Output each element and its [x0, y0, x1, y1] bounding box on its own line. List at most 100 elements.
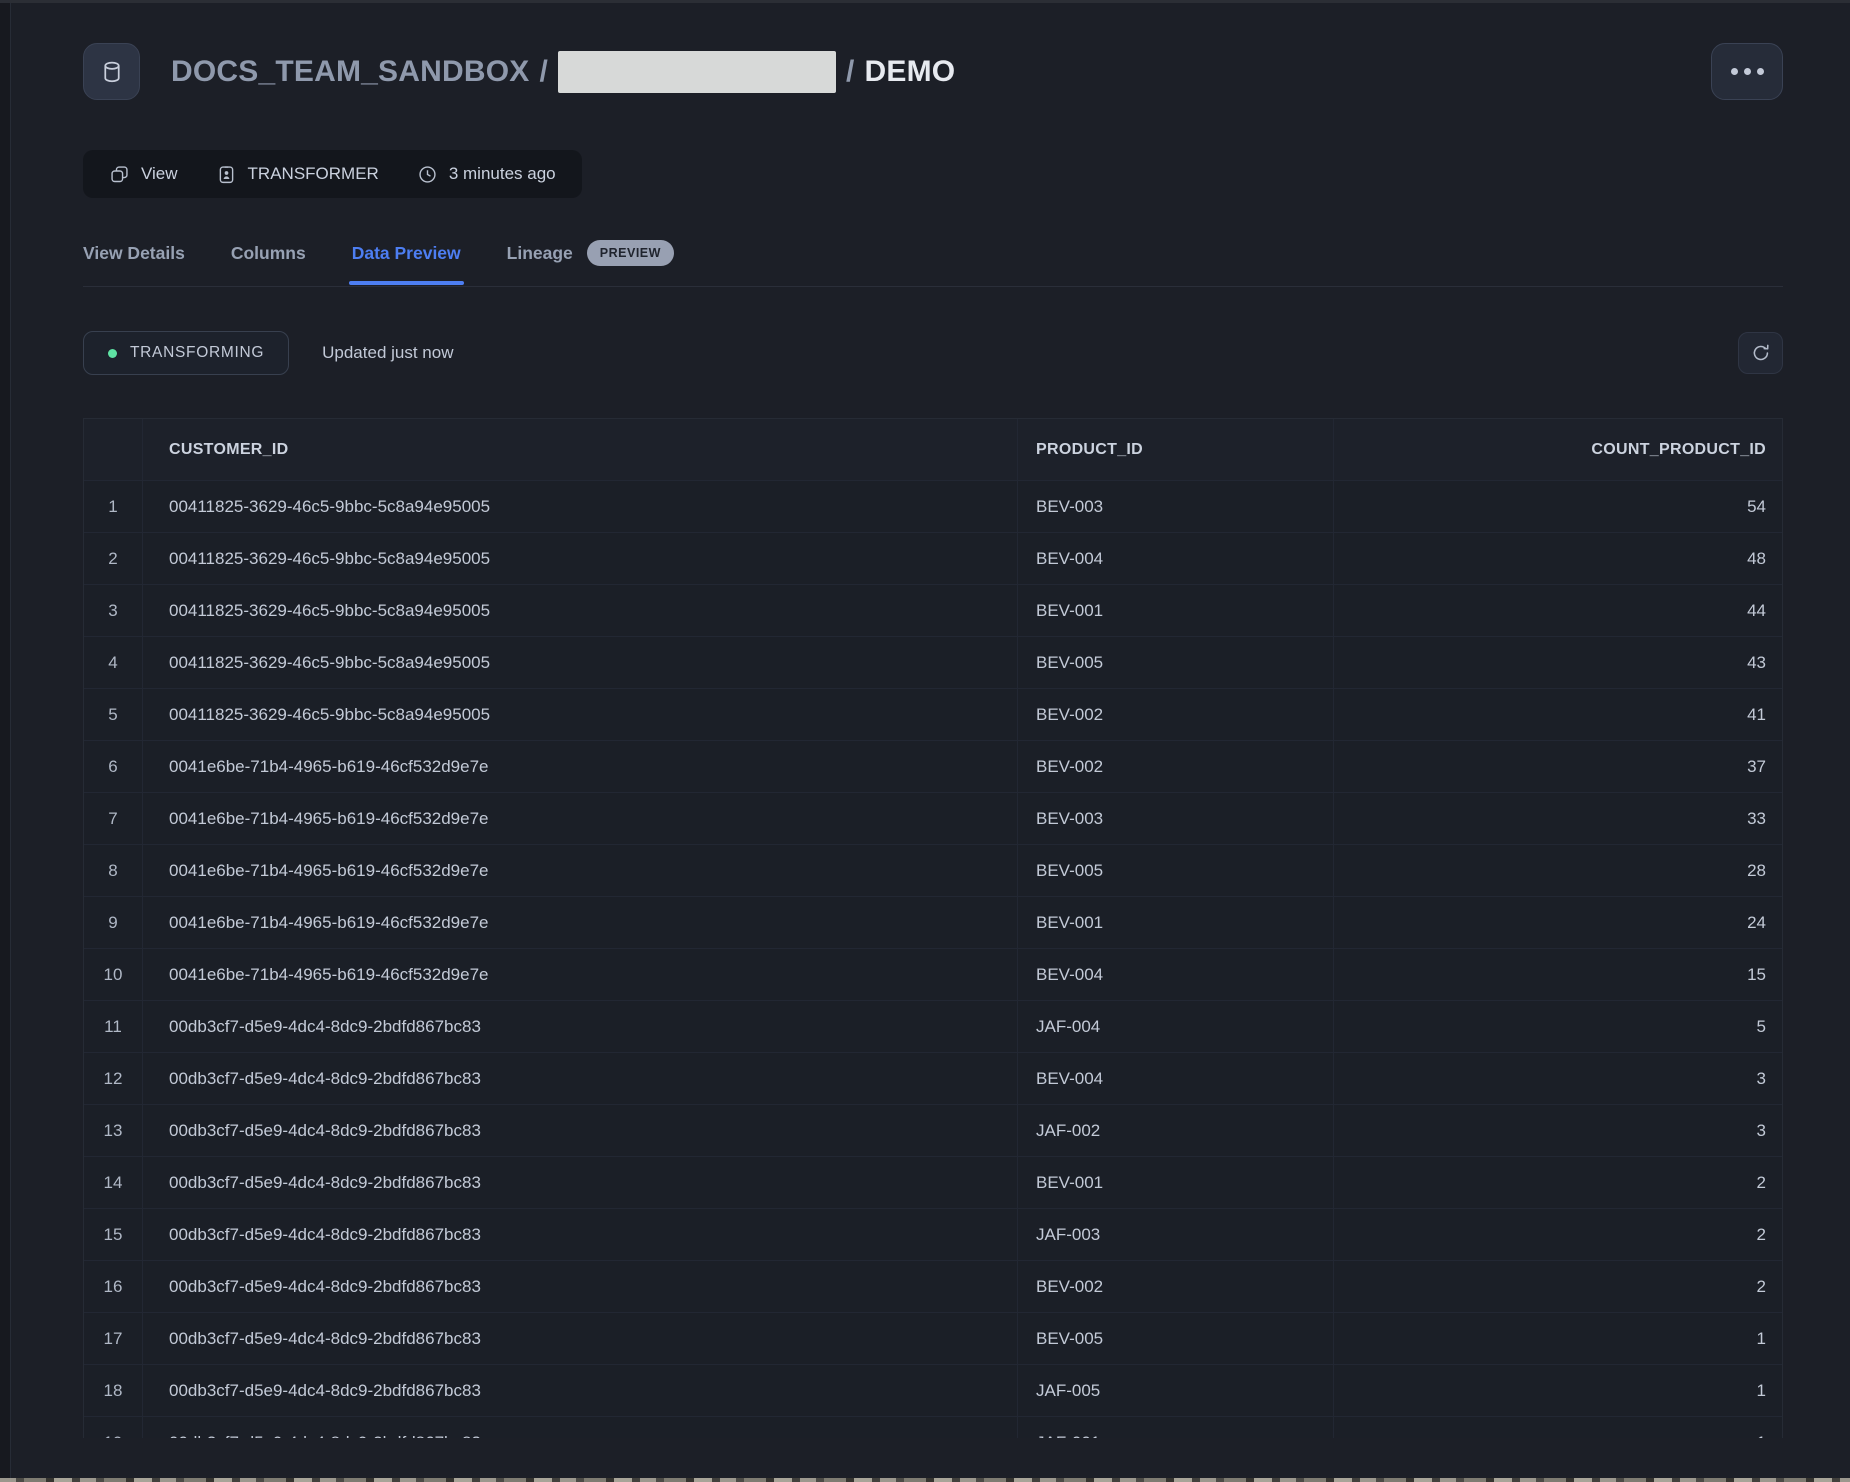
table-row: 11 00db3cf7-d5e9-4dc4-8dc9-2bdfd867bc83 … — [84, 1000, 1782, 1052]
product-id-cell: BEV-004 — [1018, 1053, 1334, 1104]
count-cell: 2 — [1334, 1261, 1782, 1312]
customer-id-cell: 00411825-3629-46c5-9bbc-5c8a94e95005 — [143, 689, 1018, 740]
data-preview-table-viewport[interactable]: CUSTOMER_ID PRODUCT_ID COUNT_PRODUCT_ID … — [83, 418, 1783, 1438]
customer-id-cell: 00db3cf7-d5e9-4dc4-8dc9-2bdfd867bc83 — [143, 1365, 1018, 1416]
count-cell: 28 — [1334, 845, 1782, 896]
table-header-row: CUSTOMER_ID PRODUCT_ID COUNT_PRODUCT_ID — [84, 419, 1782, 480]
count-cell: 1 — [1334, 1417, 1782, 1438]
count-cell: 3 — [1334, 1053, 1782, 1104]
entity-updated-badge: 3 minutes ago — [417, 164, 556, 185]
clock-icon — [417, 164, 438, 185]
customer-id-cell: 00db3cf7-d5e9-4dc4-8dc9-2bdfd867bc83 — [143, 1001, 1018, 1052]
table-row: 2 00411825-3629-46c5-9bbc-5c8a94e95005 B… — [84, 532, 1782, 584]
customer-id-cell: 00411825-3629-46c5-9bbc-5c8a94e95005 — [143, 533, 1018, 584]
preview-feature-badge: PREVIEW — [587, 240, 674, 266]
customer-id-cell: 00db3cf7-d5e9-4dc4-8dc9-2bdfd867bc83 — [143, 1157, 1018, 1208]
row-number-cell: 2 — [84, 533, 143, 584]
table-row: 13 00db3cf7-d5e9-4dc4-8dc9-2bdfd867bc83 … — [84, 1104, 1782, 1156]
product-id-cell: JAF-004 — [1018, 1001, 1334, 1052]
tab-lineage[interactable]: Lineage — [507, 243, 573, 264]
customer-id-cell: 00db3cf7-d5e9-4dc4-8dc9-2bdfd867bc83 — [143, 1417, 1018, 1438]
status-dot-icon — [108, 349, 117, 358]
window-bottom-strip — [0, 1478, 1850, 1482]
customer-id-cell: 00db3cf7-d5e9-4dc4-8dc9-2bdfd867bc83 — [143, 1313, 1018, 1364]
row-number-cell: 14 — [84, 1157, 143, 1208]
updated-timestamp: Updated just now — [322, 343, 453, 363]
entity-role-badge: TRANSFORMER — [216, 164, 379, 185]
count-cell: 2 — [1334, 1157, 1782, 1208]
count-cell: 43 — [1334, 637, 1782, 688]
ellipsis-icon — [1744, 68, 1751, 75]
table-row: 17 00db3cf7-d5e9-4dc4-8dc9-2bdfd867bc83 … — [84, 1312, 1782, 1364]
count-cell: 33 — [1334, 793, 1782, 844]
customer-id-cell: 0041e6be-71b4-4965-b619-46cf532d9e7e — [143, 949, 1018, 1000]
count-cell: 2 — [1334, 1209, 1782, 1260]
column-header-product-id: PRODUCT_ID — [1018, 419, 1334, 480]
product-id-cell: BEV-004 — [1018, 533, 1334, 584]
product-id-cell: JAF-003 — [1018, 1209, 1334, 1260]
row-number-cell: 12 — [84, 1053, 143, 1104]
row-number-cell: 10 — [84, 949, 143, 1000]
refresh-button[interactable] — [1738, 332, 1783, 374]
table-row: 18 00db3cf7-d5e9-4dc4-8dc9-2bdfd867bc83 … — [84, 1364, 1782, 1416]
database-icon — [99, 59, 125, 85]
customer-id-cell: 00411825-3629-46c5-9bbc-5c8a94e95005 — [143, 481, 1018, 532]
row-number-header — [84, 419, 143, 480]
entity-role-label: TRANSFORMER — [248, 164, 379, 184]
tab-data-preview[interactable]: Data Preview — [352, 243, 461, 264]
customer-id-cell: 0041e6be-71b4-4965-b619-46cf532d9e7e — [143, 845, 1018, 896]
status-badge-label: TRANSFORMING — [130, 344, 264, 362]
count-cell: 24 — [1334, 897, 1782, 948]
customer-id-cell: 00db3cf7-d5e9-4dc4-8dc9-2bdfd867bc83 — [143, 1261, 1018, 1312]
count-cell: 44 — [1334, 585, 1782, 636]
entity-meta-badges: View TRANSFORMER 3 min — [83, 150, 582, 198]
row-number-cell: 5 — [84, 689, 143, 740]
table-row: 3 00411825-3629-46c5-9bbc-5c8a94e95005 B… — [84, 584, 1782, 636]
table-row: 8 0041e6be-71b4-4965-b619-46cf532d9e7e B… — [84, 844, 1782, 896]
product-id-cell: BEV-002 — [1018, 1261, 1334, 1312]
table-row: 6 0041e6be-71b4-4965-b619-46cf532d9e7e B… — [84, 740, 1782, 792]
row-number-cell: 19 — [84, 1417, 143, 1438]
ellipsis-icon — [1757, 68, 1764, 75]
product-id-cell: BEV-002 — [1018, 741, 1334, 792]
count-cell: 15 — [1334, 949, 1782, 1000]
redacted-schema-name — [558, 51, 836, 93]
row-number-cell: 8 — [84, 845, 143, 896]
customer-id-cell: 0041e6be-71b4-4965-b619-46cf532d9e7e — [143, 897, 1018, 948]
count-cell: 37 — [1334, 741, 1782, 792]
product-id-cell: BEV-003 — [1018, 793, 1334, 844]
table-body: 1 00411825-3629-46c5-9bbc-5c8a94e95005 B… — [84, 480, 1782, 1438]
column-header-customer-id: CUSTOMER_ID — [143, 419, 1018, 480]
row-number-cell: 3 — [84, 585, 143, 636]
tab-view-details[interactable]: View Details — [83, 243, 185, 264]
entity-type-label: View — [141, 164, 178, 184]
data-preview-table: CUSTOMER_ID PRODUCT_ID COUNT_PRODUCT_ID … — [83, 418, 1783, 1438]
row-number-cell: 9 — [84, 897, 143, 948]
customer-id-cell: 0041e6be-71b4-4965-b619-46cf532d9e7e — [143, 793, 1018, 844]
entity-type-badge: View — [109, 164, 178, 185]
more-actions-button[interactable] — [1711, 43, 1783, 100]
database-icon-chip — [83, 43, 140, 100]
page-title: DOCS_TEAM_SANDBOX / / DEMO — [171, 51, 955, 93]
table-row: 15 00db3cf7-d5e9-4dc4-8dc9-2bdfd867bc83 … — [84, 1208, 1782, 1260]
entity-name: DEMO — [865, 55, 956, 89]
breadcrumb-separator: / — [539, 55, 548, 89]
row-number-cell: 1 — [84, 481, 143, 532]
table-row: 16 00db3cf7-d5e9-4dc4-8dc9-2bdfd867bc83 … — [84, 1260, 1782, 1312]
breadcrumb-database: DOCS_TEAM_SANDBOX — [171, 55, 529, 89]
tab-bar: View Details Columns Data Preview Lineag… — [83, 240, 1783, 287]
count-cell: 41 — [1334, 689, 1782, 740]
table-row: 5 00411825-3629-46c5-9bbc-5c8a94e95005 B… — [84, 688, 1782, 740]
row-number-cell: 17 — [84, 1313, 143, 1364]
table-row: 10 0041e6be-71b4-4965-b619-46cf532d9e7e … — [84, 948, 1782, 1000]
row-number-cell: 13 — [84, 1105, 143, 1156]
table-row: 7 0041e6be-71b4-4965-b619-46cf532d9e7e B… — [84, 792, 1782, 844]
product-id-cell: BEV-005 — [1018, 1313, 1334, 1364]
layers-icon — [109, 164, 130, 185]
table-row: 12 00db3cf7-d5e9-4dc4-8dc9-2bdfd867bc83 … — [84, 1052, 1782, 1104]
tab-columns[interactable]: Columns — [231, 243, 306, 264]
ellipsis-icon — [1731, 68, 1738, 75]
count-cell: 5 — [1334, 1001, 1782, 1052]
row-number-cell: 16 — [84, 1261, 143, 1312]
product-id-cell: BEV-005 — [1018, 845, 1334, 896]
